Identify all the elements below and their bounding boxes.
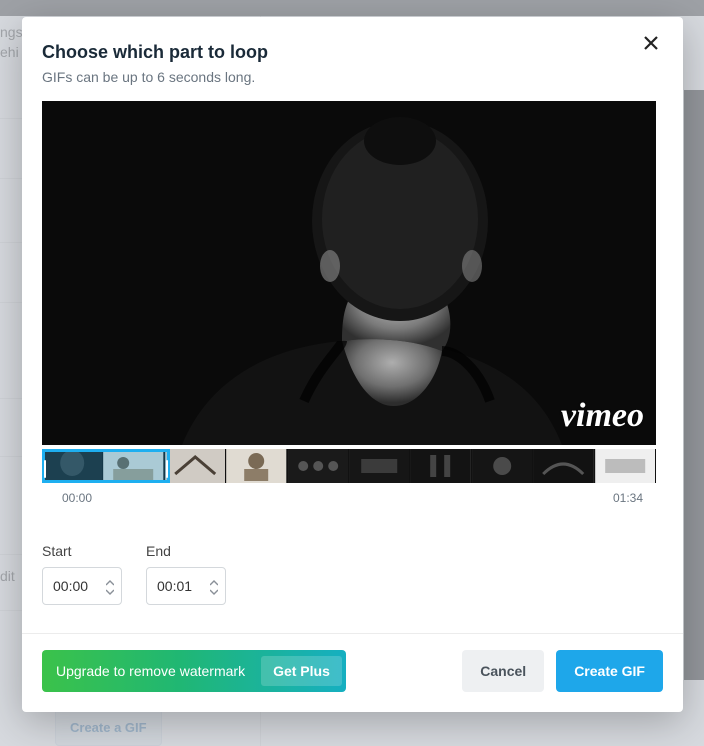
start-step-down[interactable] <box>105 587 115 594</box>
cancel-button[interactable]: Cancel <box>462 650 544 692</box>
upgrade-text: Upgrade to remove watermark <box>56 663 245 679</box>
vimeo-watermark: vimeo <box>561 397 644 435</box>
end-field: End 00:01 <box>146 543 226 605</box>
end-input[interactable]: 00:01 <box>146 567 226 605</box>
chevron-down-icon <box>106 582 114 600</box>
time-inputs: Start 00:00 End 00:01 <box>42 543 663 605</box>
close-icon <box>643 35 659 56</box>
end-label: End <box>146 543 226 559</box>
create-gif-button[interactable]: Create GIF <box>556 650 663 692</box>
timeline-track[interactable] <box>42 449 656 483</box>
video-preview: vimeo <box>42 101 656 445</box>
get-plus-button[interactable]: Get Plus <box>261 656 342 686</box>
end-step-down[interactable] <box>209 587 219 594</box>
timeline-end-time: 01:34 <box>613 491 643 505</box>
modal-header: Choose which part to loop GIFs can be up… <box>22 17 683 101</box>
selection-handle-right[interactable] <box>166 460 168 478</box>
close-button[interactable] <box>637 31 665 59</box>
start-field: Start 00:00 <box>42 543 122 605</box>
modal-subtitle: GIFs can be up to 6 seconds long. <box>42 69 653 85</box>
timeline-start-time: 00:00 <box>62 491 92 505</box>
start-label: Start <box>42 543 122 559</box>
preview-frame-image <box>42 101 656 445</box>
end-value: 00:01 <box>157 578 209 594</box>
modal-footer: Upgrade to remove watermark Get Plus Can… <box>22 633 683 712</box>
modal-title: Choose which part to loop <box>42 42 653 63</box>
upgrade-banner: Upgrade to remove watermark Get Plus <box>42 650 346 692</box>
timeline: 00:00 01:34 <box>42 449 663 505</box>
timeline-selection[interactable] <box>42 449 170 483</box>
chevron-down-icon <box>210 582 218 600</box>
gif-loop-modal: Choose which part to loop GIFs can be up… <box>22 17 683 712</box>
start-value: 00:00 <box>53 578 105 594</box>
selection-handle-left[interactable] <box>44 460 46 478</box>
start-input[interactable]: 00:00 <box>42 567 122 605</box>
